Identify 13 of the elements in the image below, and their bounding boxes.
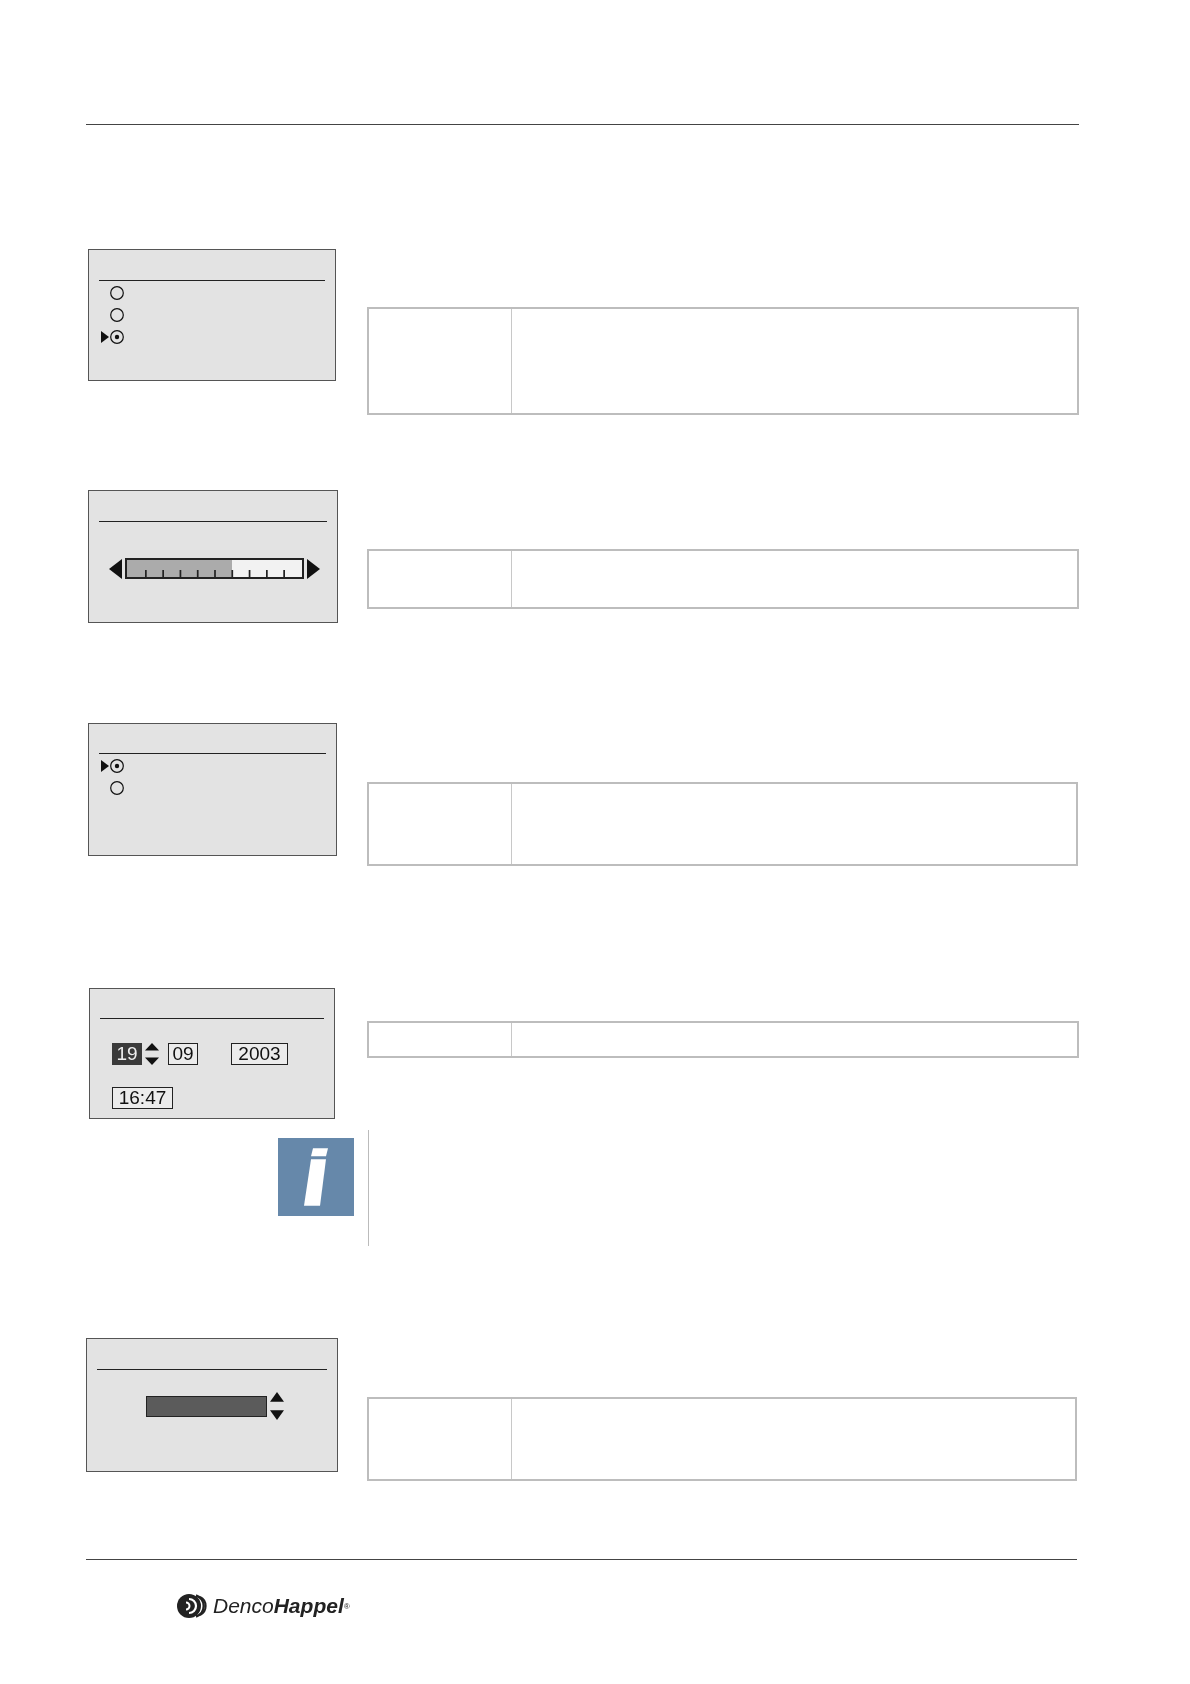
logo-icon <box>177 1594 207 1618</box>
info-icon <box>278 1138 354 1216</box>
cursor-arrow-icon <box>101 331 109 343</box>
up-down-arrows-icon <box>270 1392 284 1420</box>
brand-name: DencoHappel$^{®}$ <box>213 1594 350 1618</box>
date-field: 09 <box>168 1043 198 1065</box>
cursor-arrow-icon <box>101 760 109 772</box>
time-field: 16:47 <box>112 1087 173 1109</box>
left-arrow-icon <box>109 558 122 579</box>
up-down-arrows-icon <box>145 1043 159 1065</box>
date-field: 19 <box>112 1043 142 1065</box>
date-field: 2003 <box>231 1043 288 1065</box>
right-arrow-icon <box>307 558 320 579</box>
